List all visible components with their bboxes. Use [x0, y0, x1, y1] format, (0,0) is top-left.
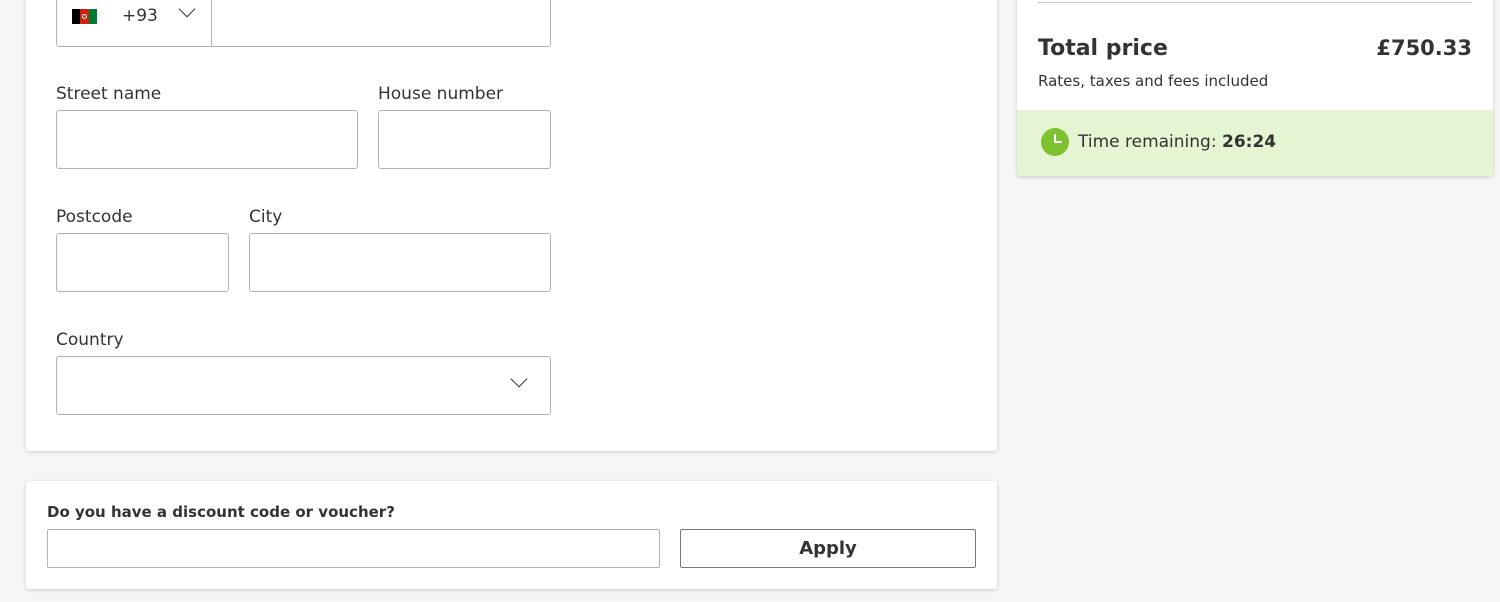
address-form-card: +93 Street name House number Postcode Ci… — [26, 0, 997, 451]
flag-stripe-green — [88, 9, 97, 24]
apply-button[interactable]: Apply — [680, 529, 976, 568]
time-remaining-bar: Time remaining: 26:24 — [1017, 110, 1493, 176]
total-price-label: Total price — [1038, 36, 1168, 61]
time-remaining-label: Time remaining: — [1078, 132, 1222, 152]
city-label: City — [249, 207, 283, 227]
clock-icon — [1041, 128, 1069, 156]
phone-field-group: +93 — [56, 0, 551, 47]
street-name-label: Street name — [56, 84, 162, 104]
clock-hand-horizontal — [1054, 141, 1062, 143]
postcode-label: Postcode — [56, 207, 133, 227]
flag-emblem — [82, 14, 87, 19]
flag-stripe-black — [72, 9, 81, 24]
afghanistan-flag-icon — [72, 9, 97, 24]
time-remaining-value: 26:24 — [1221, 132, 1277, 152]
country-code-select[interactable]: +93 — [57, 0, 212, 46]
house-number-input[interactable] — [378, 110, 551, 169]
country-select[interactable] — [56, 356, 551, 415]
street-name-input[interactable] — [56, 110, 358, 169]
house-number-label: House number — [378, 84, 504, 104]
total-price-note: Rates, taxes and fees included — [1038, 72, 1269, 90]
summary-divider — [1038, 2, 1472, 3]
checkout-page: +93 Street name House number Postcode Ci… — [0, 0, 1500, 602]
country-code-value: +93 — [122, 6, 158, 26]
discount-code-input[interactable] — [47, 529, 660, 568]
postcode-input[interactable] — [56, 233, 229, 292]
price-summary-card: Total price £750.33 Rates, taxes and fee… — [1017, 0, 1493, 176]
discount-label: Do you have a discount code or voucher? — [47, 503, 395, 521]
city-input[interactable] — [249, 233, 551, 292]
total-price-value: £750.33 — [1376, 36, 1472, 60]
chevron-down-icon — [510, 370, 528, 388]
chevron-down-icon — [178, 0, 196, 18]
phone-number-input[interactable] — [213, 0, 550, 46]
country-label: Country — [56, 330, 124, 350]
time-remaining-text: Time remaining: 26:24 — [1078, 132, 1276, 152]
discount-card: Do you have a discount code or voucher? … — [26, 481, 997, 589]
